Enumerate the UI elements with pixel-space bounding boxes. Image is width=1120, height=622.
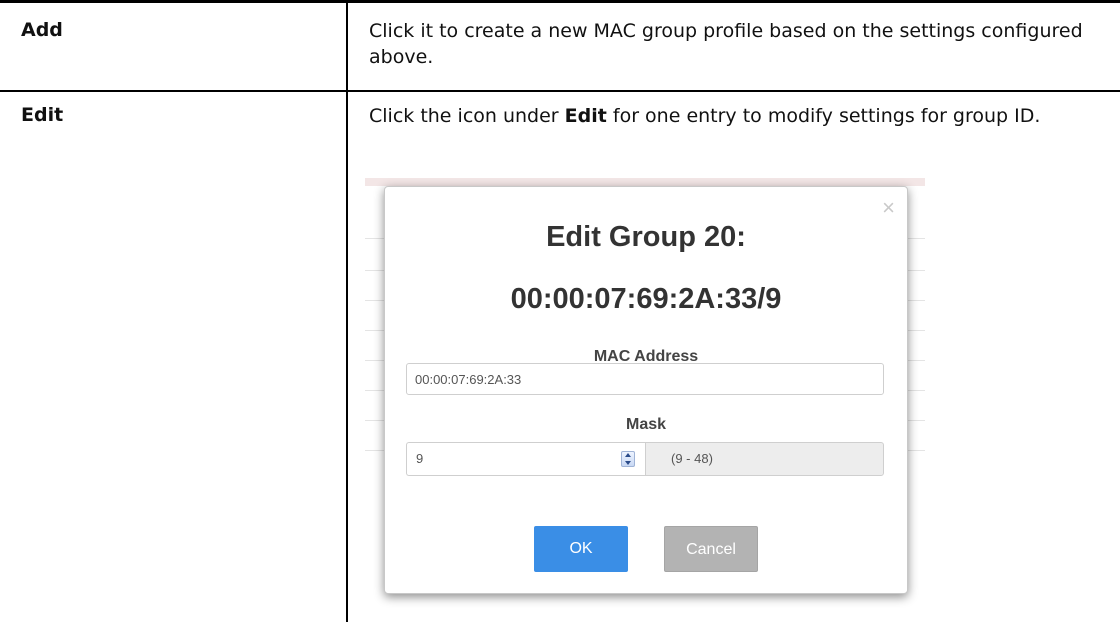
dialog-subtitle: 00:00:07:69:2A:33/9: [510, 283, 782, 315]
desc-edit-bold: Edit: [564, 105, 607, 127]
mask-range-hint: (9 - 48): [645, 442, 884, 476]
term-edit: Edit: [21, 104, 64, 126]
ok-button[interactable]: OK: [534, 526, 628, 572]
mask-input[interactable]: 9: [406, 442, 645, 476]
desc-add: Click it to create a new MAC group profi…: [369, 20, 1083, 68]
background-header-strip: [365, 178, 925, 186]
row-divider: [0, 90, 1120, 92]
spinner-arrows-icon[interactable]: [621, 451, 635, 467]
table-top-rule: [0, 0, 1120, 3]
close-icon[interactable]: ×: [882, 197, 895, 219]
mac-address-input[interactable]: 00:00:07:69:2A:33: [406, 363, 884, 395]
mask-label: Mask: [625, 416, 667, 433]
column-divider: [346, 3, 348, 622]
dialog-title: Edit Group 20:: [546, 221, 746, 253]
cancel-button[interactable]: Cancel: [664, 526, 758, 572]
desc-edit-text-1: Click the icon under: [369, 105, 565, 127]
mask-input-group: 9 (9 - 48): [406, 442, 884, 476]
term-add: Add: [21, 19, 63, 41]
desc-edit: Click the icon under Edit for one entry …: [369, 103, 1089, 129]
edit-group-dialog: × Edit Group 20: 00:00:07:69:2A:33/9 MAC…: [384, 186, 908, 594]
desc-edit-text-2: for one entry to modify settings for gro…: [606, 105, 1041, 127]
